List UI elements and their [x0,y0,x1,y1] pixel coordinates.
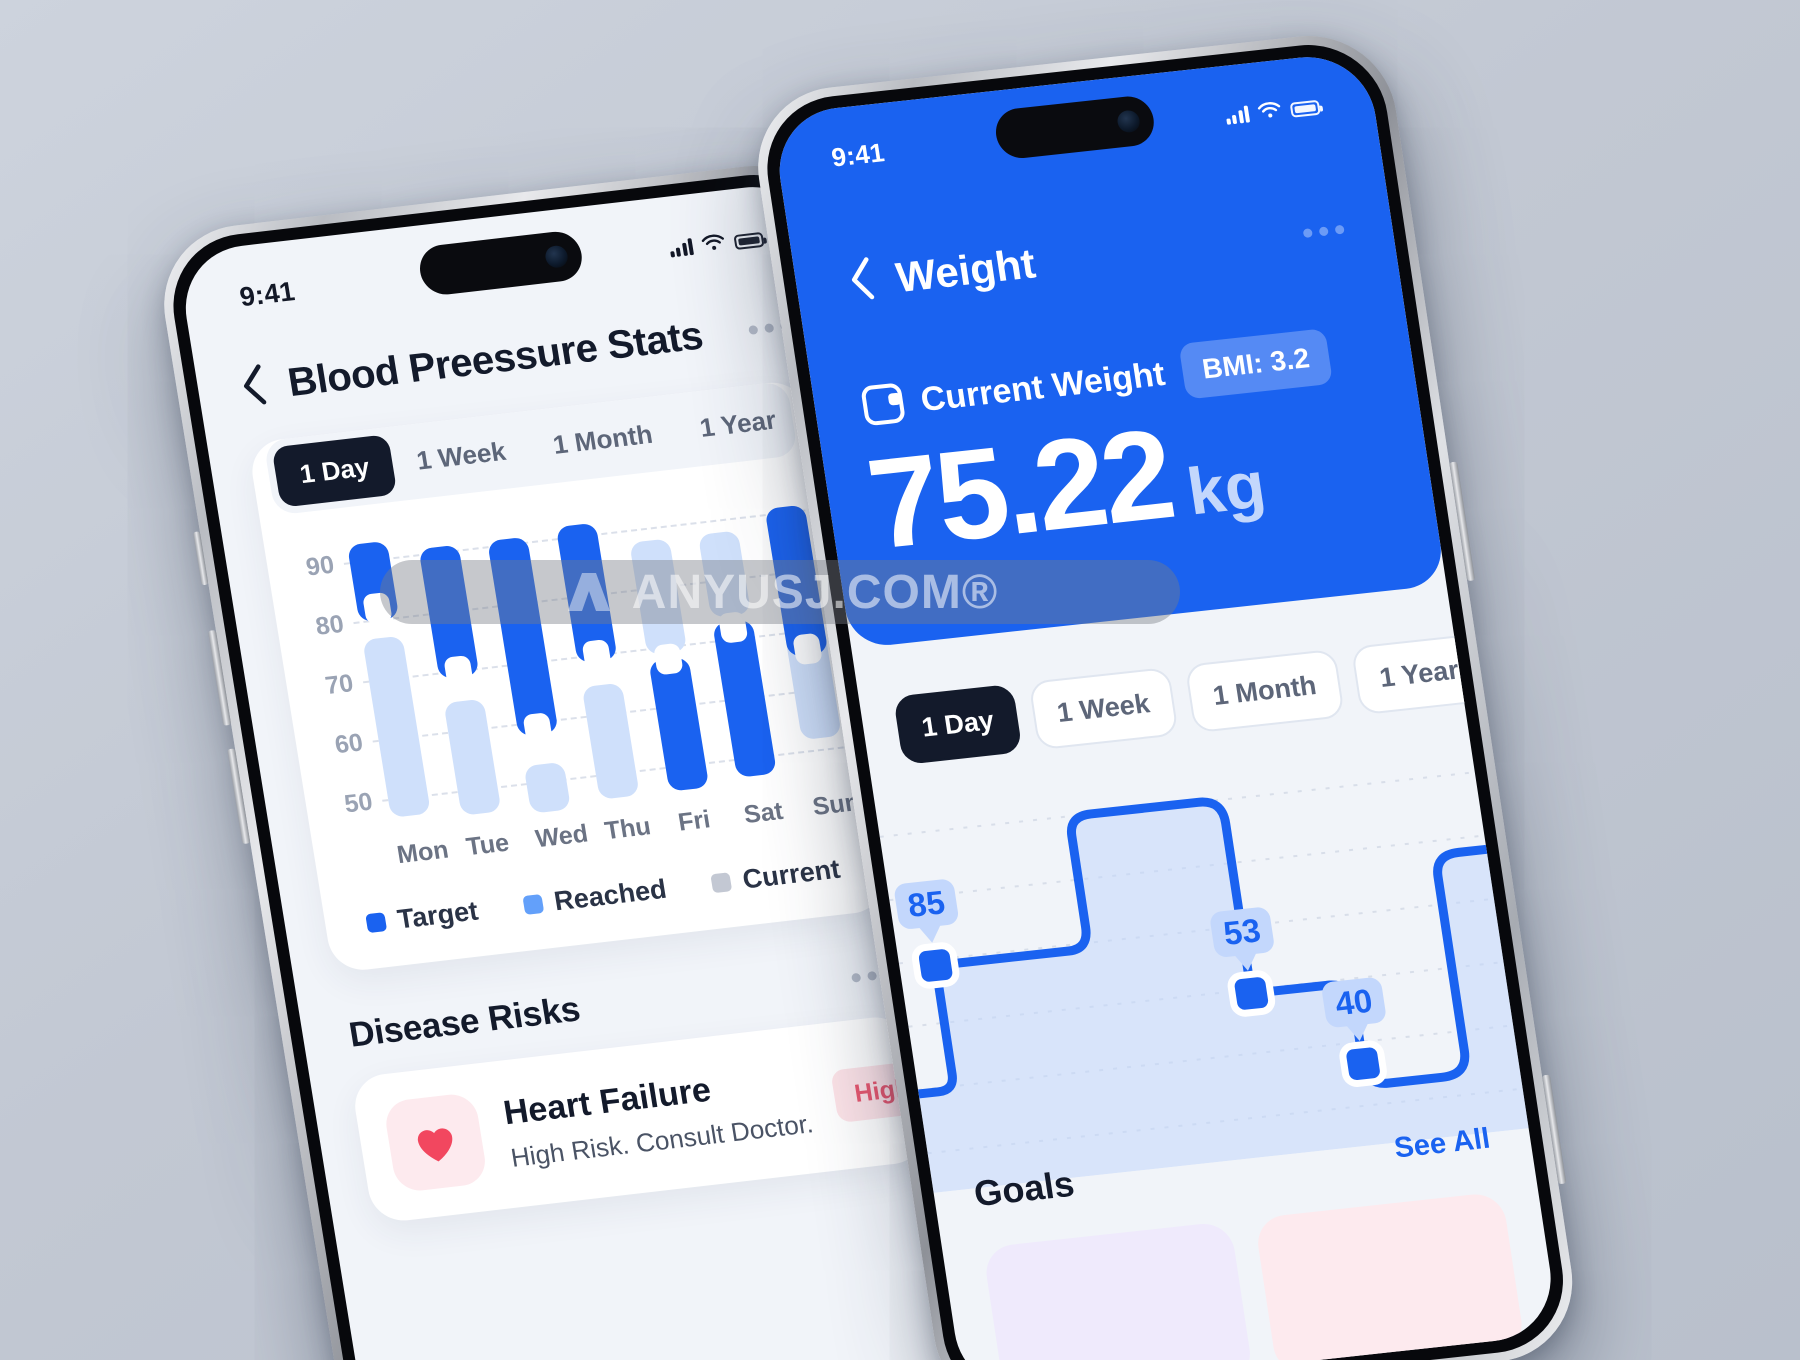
legend-item-target: Target [364,896,480,939]
bar-current [523,761,572,814]
y-tick-label: 70 [323,669,356,701]
chevron-left-icon[interactable] [237,362,271,413]
bar-current [698,530,752,618]
legend-item-reached: Reached [521,874,669,921]
callout-value: 40 [1333,982,1375,1023]
bar-current [628,538,687,656]
bar-group [484,513,572,814]
goal-card-1[interactable] [982,1220,1255,1360]
bar-current [443,698,502,816]
x-tick-label: Fri [676,805,713,837]
bar-group [622,497,710,798]
segment-1-month[interactable]: 1 Month [525,401,682,478]
x-tick-label: Wed [533,819,591,854]
see-all-link[interactable]: See All [1392,1122,1492,1165]
battery-icon [733,231,765,250]
legend-swatch-target [365,912,388,934]
cellular-bars-icon [1224,104,1251,125]
goal-card-2[interactable] [1254,1191,1526,1360]
chart-data-point[interactable] [1227,970,1276,1017]
page-title: Blood Preessure Stats [284,313,706,405]
scale-icon [860,382,907,427]
x-tick-label: Thu [602,812,653,846]
weight-value: 75.22 [859,402,1180,577]
chart-data-point[interactable] [1339,1040,1387,1087]
wifi-icon [701,234,724,250]
bar-group [691,489,779,790]
segment-1-year[interactable]: 1 Year [671,387,804,462]
y-tick-label: 50 [342,787,375,819]
x-tick-label: Mon [394,835,451,870]
status-clock: 9:41 [829,137,887,173]
segment-1-week[interactable]: 1 Week [388,418,534,494]
y-tick-label: 80 [313,609,346,641]
bp-chart-card: 1 Day 1 Week 1 Month 1 Year All 50607080… [247,379,889,974]
more-options-icon[interactable] [1302,224,1345,239]
legend-swatch-current [710,872,733,894]
chart-callout: 85 [894,879,959,943]
status-icons [1224,96,1321,125]
bar-reached-marker [522,712,554,745]
legend-label-reached: Reached [551,873,669,917]
battery-icon [1289,99,1321,118]
x-tick-label: Sun [810,788,863,822]
chart-plot-area [345,481,848,830]
segment-1-week[interactable]: 1 Week [1028,666,1179,751]
x-tick-label: Tue [464,828,512,862]
y-tick-label: 90 [304,550,337,582]
legend-swatch-reached [522,894,545,915]
heart-icon [382,1091,489,1194]
bar-reached-marker [792,632,823,666]
bar-reached-marker [652,642,684,676]
status-clock: 9:41 [237,276,297,313]
bar-current [581,682,640,800]
status-icons [668,228,765,258]
x-tick-label: Sat [741,796,786,830]
weight-unit: kg [1182,446,1271,529]
front-camera-icon [543,244,570,269]
segment-1-month[interactable]: 1 Month [1184,648,1346,734]
callout-value: 85 [905,883,947,924]
front-camera-icon [1116,109,1142,134]
bar-reached-marker [718,611,749,644]
legend-label-current: Current [740,853,843,895]
bar-target [487,536,559,737]
bar-group [414,521,502,822]
segment-1-day[interactable]: 1 Day [271,434,398,508]
risk-card-text: Heart Failure High Risk. Consult Doctor. [501,1060,816,1174]
legend-item-current: Current [710,854,843,899]
bar-reached-marker [581,638,613,672]
section-title-disease-risks: Disease Risks [346,989,583,1055]
bar-target [648,656,709,792]
goal-cards-row [982,1191,1526,1360]
bar-group [553,505,641,806]
segment-1-day[interactable]: 1 Day [892,683,1023,765]
bar-reached-marker [442,655,474,688]
wifi-icon [1257,101,1281,117]
blood-pressure-bar-chart: 50 60 70 80 90 [281,481,848,837]
bar-reached-marker [362,591,393,625]
chart-data-point[interactable] [911,942,960,989]
bar-target [712,619,778,778]
legend-label-target: Target [395,895,481,935]
cellular-bars-icon [668,237,694,258]
y-tick-label: 60 [332,728,365,760]
callout-value: 53 [1221,911,1263,952]
